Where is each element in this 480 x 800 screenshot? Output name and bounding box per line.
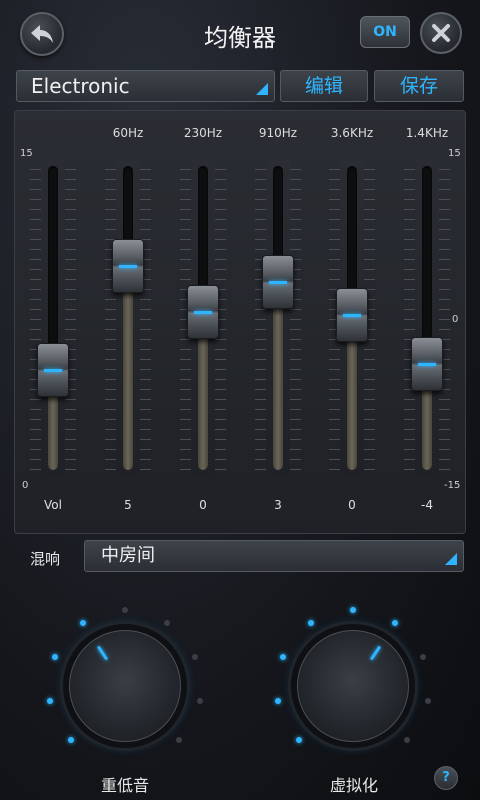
- virtualizer-label: 虚拟化: [329, 776, 378, 795]
- dial-level-dot: [392, 619, 399, 626]
- dial-level-dot: [307, 619, 314, 626]
- scale-bottom-right: -15: [444, 480, 461, 491]
- dial-level-dot: [420, 653, 427, 660]
- dial-level-dot: [296, 736, 303, 743]
- band-value-label: 5: [124, 498, 132, 512]
- dial-level-dot: [196, 697, 203, 704]
- reverb-selected-label: 中房间: [101, 545, 155, 566]
- slider-handle[interactable]: [187, 284, 219, 339]
- bass-boost-dial[interactable]: [40, 600, 210, 748]
- dial-level-dot: [424, 697, 431, 704]
- virtualizer-dial[interactable]: [268, 600, 438, 748]
- slider-band-1-4khz[interactable]: [397, 160, 457, 476]
- slider-handle[interactable]: [37, 342, 69, 397]
- dial-knob[interactable]: [69, 630, 181, 742]
- band-freq-label: 910Hz: [258, 126, 298, 140]
- dial-knob[interactable]: [297, 630, 409, 742]
- slider-band-60hz[interactable]: [98, 160, 158, 476]
- dial-level-dot: [122, 607, 128, 613]
- close-button[interactable]: [420, 12, 462, 54]
- reverb-label: 混响: [30, 550, 61, 568]
- close-icon: [432, 24, 450, 42]
- dial-level-dot: [79, 619, 86, 626]
- dropdown-arrow-icon: [445, 553, 457, 565]
- band-value-label: 0: [348, 498, 356, 512]
- slider-handle[interactable]: [112, 239, 144, 294]
- edit-button[interactable]: 编辑: [280, 70, 368, 102]
- scale-bottom-left: 0: [22, 480, 29, 491]
- slider-band-910hz[interactable]: [248, 160, 308, 476]
- dial-level-dot: [275, 697, 282, 704]
- band-freq-label: 1.4KHz: [405, 126, 449, 140]
- slider-band-230hz[interactable]: [173, 160, 233, 476]
- slider-volume[interactable]: [23, 160, 83, 476]
- band-freq-label: 60Hz: [112, 126, 144, 140]
- band-value-label: 0: [199, 498, 207, 512]
- band-value-label: 3: [274, 498, 282, 512]
- preset-dropdown[interactable]: Electronic: [16, 70, 275, 102]
- bass-boost-label: 重低音: [100, 776, 149, 795]
- dial-level-dot: [192, 653, 199, 660]
- slider-fill: [273, 281, 283, 470]
- preset-selected-label: Electronic: [31, 74, 130, 98]
- dial-level-dot: [47, 697, 54, 704]
- slider-handle[interactable]: [262, 254, 294, 309]
- band-value-label: -4: [421, 498, 433, 512]
- dial-level-dot: [175, 736, 182, 743]
- dropdown-arrow-icon: [256, 83, 268, 95]
- dial-level-dot: [279, 653, 286, 660]
- slider-band-3-6khz[interactable]: [322, 160, 382, 476]
- slider-handle[interactable]: [336, 287, 368, 342]
- save-button[interactable]: 保存: [374, 70, 464, 102]
- slider-fill: [123, 266, 133, 470]
- dial-level-dot: [350, 607, 356, 613]
- scale-top-right: 15: [448, 148, 461, 159]
- dial-level-dot: [51, 653, 58, 660]
- band-freq-label: 3.6KHz: [330, 126, 374, 140]
- power-toggle-button[interactable]: ON: [360, 16, 410, 48]
- help-button[interactable]: ?: [434, 766, 458, 790]
- effects-dial-area: [0, 590, 480, 800]
- dial-level-dot: [164, 619, 171, 626]
- dial-level-dot: [403, 736, 410, 743]
- band-value-label: Vol: [44, 498, 62, 512]
- slider-handle[interactable]: [411, 336, 443, 391]
- scale-top-left: 15: [20, 148, 33, 159]
- dial-level-dot: [68, 736, 75, 743]
- band-freq-label: 230Hz: [183, 126, 223, 140]
- header-bar: 均衡器 ON: [0, 0, 480, 66]
- reverb-dropdown[interactable]: 中房间: [84, 540, 464, 572]
